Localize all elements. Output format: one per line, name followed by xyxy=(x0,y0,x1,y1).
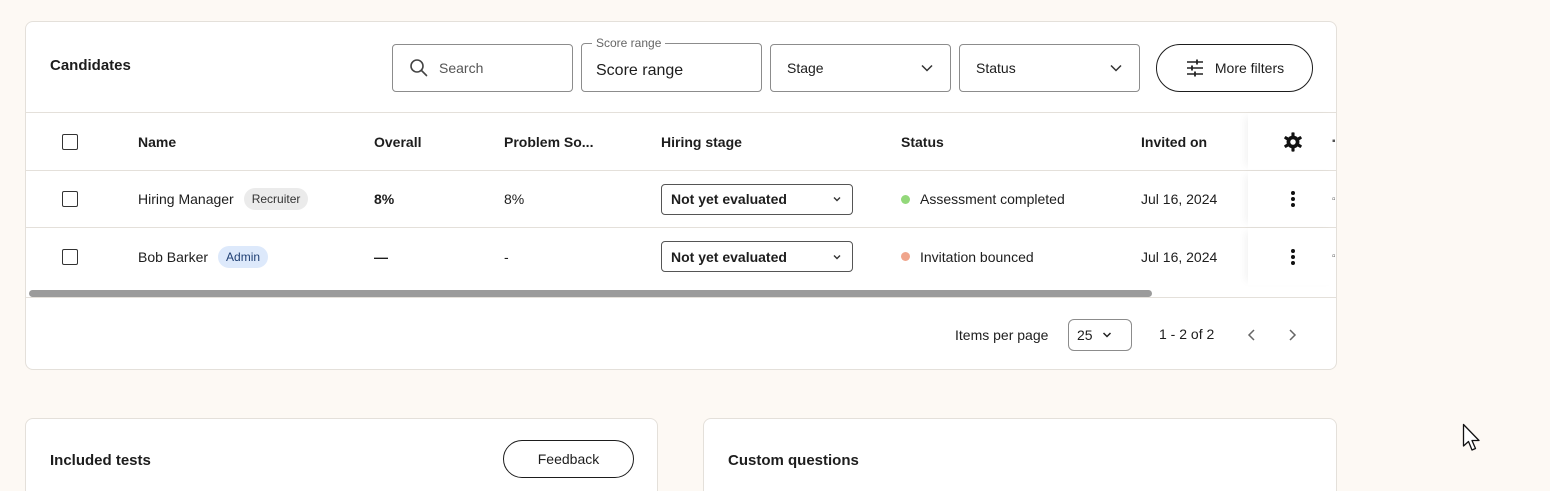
chevron-left-icon xyxy=(1247,329,1255,341)
scrollbar-thumb[interactable] xyxy=(29,290,1152,297)
included-tests-card: Included tests Feedback xyxy=(25,418,658,491)
hiring-stage-value: Not yet evaluated xyxy=(671,191,787,207)
chevron-down-icon xyxy=(921,64,933,72)
candidate-name[interactable]: Hiring Manager xyxy=(138,191,234,207)
row-actions-cell xyxy=(1248,228,1336,285)
more-filters-label: More filters xyxy=(1214,60,1285,76)
more-filters-button[interactable]: More filters xyxy=(1156,44,1313,92)
chevron-down-icon xyxy=(833,197,841,202)
role-badge: Recruiter xyxy=(243,188,309,210)
chevron-right-icon xyxy=(1289,329,1297,341)
clipped-column: ▫ xyxy=(1332,251,1336,262)
chevron-down-icon xyxy=(833,254,841,259)
status-select-label: Status xyxy=(976,60,1016,76)
chevron-down-icon xyxy=(1102,332,1111,338)
gear-icon[interactable] xyxy=(1282,131,1304,153)
more-vertical-icon[interactable] xyxy=(1283,189,1303,209)
items-per-page-label: Items per page xyxy=(955,327,1049,343)
pagination-bar: Items per page 25 1 - 2 of 2 xyxy=(26,297,1336,369)
hiring-stage-value: Not yet evaluated xyxy=(671,248,787,265)
row-actions-cell xyxy=(1248,171,1336,227)
table-header-row: Name Overall Problem So... Hiring stage … xyxy=(26,113,1336,171)
score-range-field[interactable]: Score range Score range xyxy=(581,36,762,92)
next-page-button[interactable] xyxy=(1282,325,1302,345)
candidate-name[interactable]: Bob Barker xyxy=(138,249,208,265)
table-row[interactable]: Hiring Manager Recruiter 8% 8% Not yet e… xyxy=(26,171,1336,228)
candidate-name-cell: Bob Barker Admin xyxy=(138,228,269,285)
column-header-problem-solving[interactable]: Problem So... xyxy=(504,113,593,170)
status-dot xyxy=(901,252,910,261)
candidates-card: Candidates Score range Score range Stage… xyxy=(25,21,1337,370)
select-all-checkbox[interactable] xyxy=(62,133,78,150)
column-header-overall[interactable]: Overall xyxy=(374,113,421,170)
row-checkbox[interactable] xyxy=(62,248,78,265)
invited-date: Jul 16, 2024 xyxy=(1141,248,1218,265)
items-per-page-select[interactable]: 25 xyxy=(1068,319,1132,351)
feedback-button[interactable]: Feedback xyxy=(503,440,634,478)
search-icon xyxy=(410,59,428,77)
candidates-title: Candidates xyxy=(50,57,131,74)
clipped-column: ▪ xyxy=(1332,136,1336,147)
items-per-page-value: 25 xyxy=(1077,327,1093,343)
hiring-stage-dropdown[interactable]: Not yet evaluated xyxy=(661,183,853,215)
status-dot xyxy=(901,194,910,204)
hiring-stage-dropdown[interactable]: Not yet evaluated xyxy=(661,241,853,272)
stage-select[interactable]: Stage xyxy=(770,44,951,92)
column-header-invited-on[interactable]: Invited on xyxy=(1141,113,1207,170)
overall-score: 8% xyxy=(374,191,395,207)
more-vertical-icon[interactable] xyxy=(1283,247,1303,267)
search-field[interactable] xyxy=(392,44,573,92)
role-badge: Admin xyxy=(218,245,269,268)
invited-date: Jul 16, 2024 xyxy=(1141,191,1218,207)
column-header-name[interactable]: Name xyxy=(138,113,176,170)
column-header-hiring-stage[interactable]: Hiring stage xyxy=(661,113,742,170)
status-cell: Assessment completed xyxy=(901,171,1065,227)
previous-page-button[interactable] xyxy=(1242,325,1262,345)
overall-score: — xyxy=(374,248,388,265)
score-range-label: Score range xyxy=(592,36,666,50)
included-tests-title: Included tests xyxy=(50,452,151,469)
score-range-value: Score range xyxy=(596,62,684,79)
status-text: Assessment completed xyxy=(920,191,1065,207)
status-cell: Invitation bounced xyxy=(901,228,1034,285)
candidates-toolbar: Candidates Score range Score range Stage… xyxy=(26,22,1336,112)
candidates-table: Name Overall Problem So... Hiring stage … xyxy=(26,112,1336,297)
custom-questions-title: Custom questions xyxy=(728,452,859,469)
column-header-status[interactable]: Status xyxy=(901,113,944,170)
mouse-cursor-icon xyxy=(1462,423,1480,451)
table-row[interactable]: Bob Barker Admin — - Not yet evaluated I… xyxy=(26,228,1336,285)
candidate-name-cell: Hiring Manager Recruiter xyxy=(138,171,309,227)
column-settings-cell xyxy=(1248,113,1336,170)
page-range-text: 1 - 2 of 2 xyxy=(1159,326,1215,342)
problem-solving-score: - xyxy=(504,248,509,265)
clipped-column: ▫ xyxy=(1332,193,1336,205)
chevron-down-icon xyxy=(1110,64,1122,72)
search-input[interactable] xyxy=(439,60,549,76)
custom-questions-card: Custom questions xyxy=(703,418,1337,491)
status-select[interactable]: Status xyxy=(959,44,1140,92)
sliders-icon xyxy=(1186,59,1203,77)
problem-solving-score: 8% xyxy=(504,191,525,207)
stage-select-label: Stage xyxy=(787,60,824,76)
row-checkbox[interactable] xyxy=(62,191,78,207)
status-text: Invitation bounced xyxy=(920,248,1034,265)
